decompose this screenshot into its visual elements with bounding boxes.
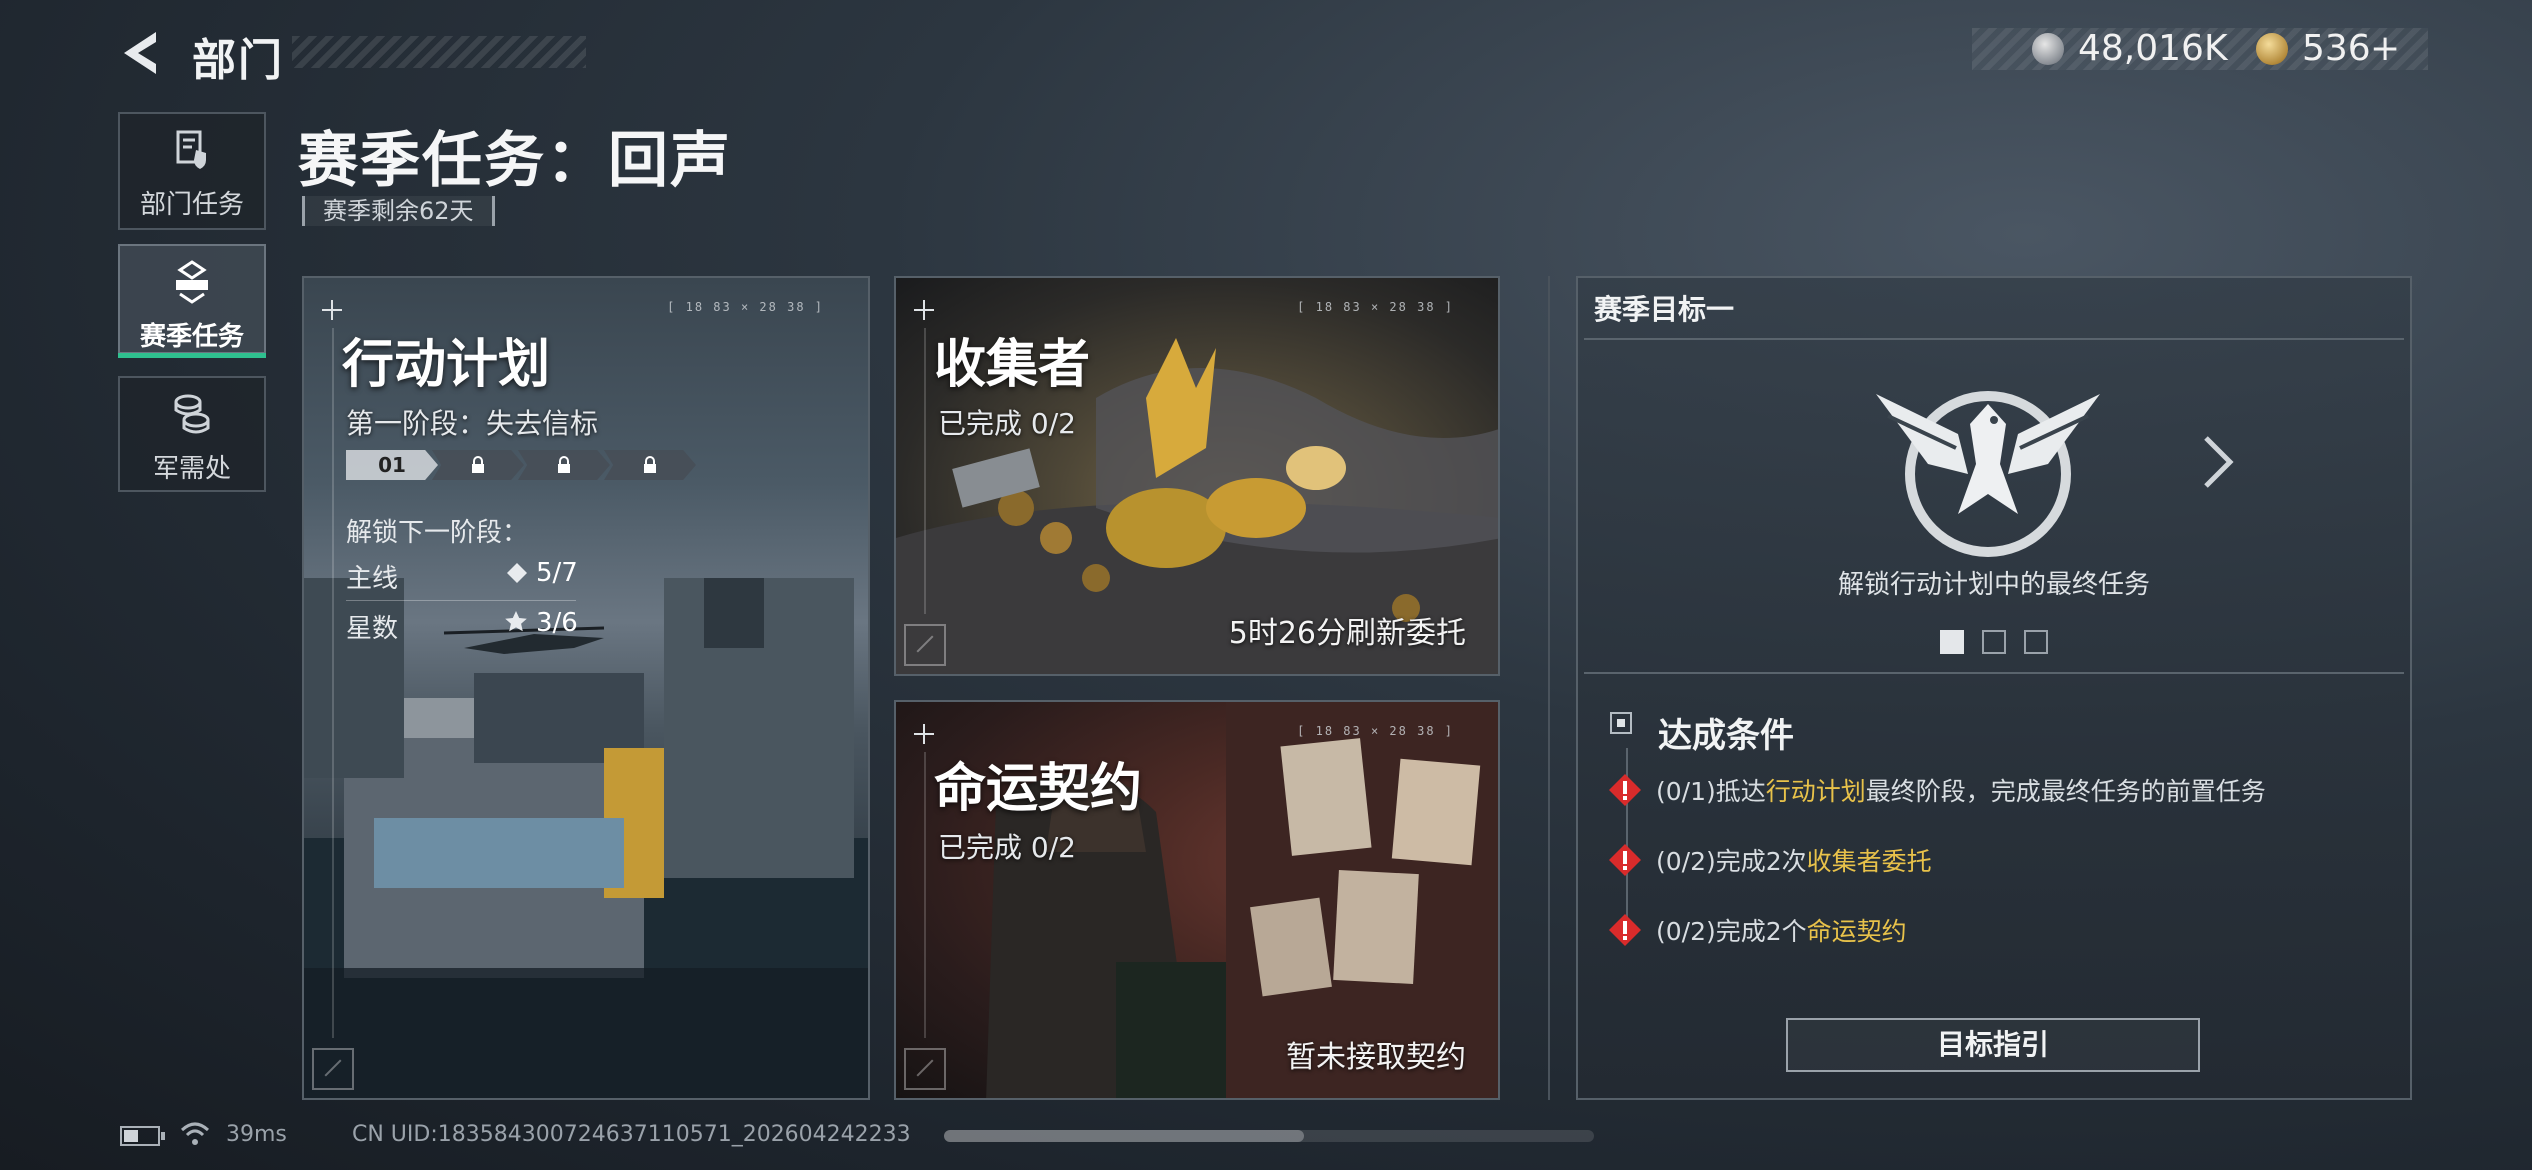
divider xyxy=(1584,672,2404,674)
condition-highlight: 行动计划 xyxy=(1765,777,1866,806)
stage-step-locked xyxy=(604,450,696,480)
condition-item: (0/2)完成2个 命运契约 xyxy=(1608,912,1907,948)
conditions-title: 达成条件 xyxy=(1658,716,1794,756)
goal-pager-dot-3[interactable] xyxy=(2024,630,2048,654)
silver-value: 48,016K xyxy=(2078,28,2228,69)
condition-text: (0/2)完成2次 xyxy=(1656,847,1807,876)
stage-step-locked xyxy=(432,450,524,480)
sidebar-item-label: 部门任务 xyxy=(139,190,244,220)
goal-description: 解锁行动计划中的最终任务 xyxy=(1837,570,2150,600)
goal-pager-dot-1[interactable] xyxy=(1940,630,1964,654)
add-currency-button[interactable]: + xyxy=(2370,28,2400,69)
stars-value: 3/6 xyxy=(536,608,578,638)
card-guide-line xyxy=(924,752,926,1038)
card-coordinates: [ 18 83 × 28 38 ] xyxy=(1297,300,1454,314)
lock-icon xyxy=(644,456,656,473)
header-title: 部门 xyxy=(192,35,284,86)
crosshair-icon xyxy=(914,724,934,744)
lock-icon xyxy=(558,456,570,473)
sidebar-item-label: 赛季任务 xyxy=(139,322,244,352)
fate-progress: 已完成 0/2 xyxy=(938,831,1076,864)
stage-step-current: 01 xyxy=(346,450,438,480)
expand-corner-icon xyxy=(904,624,946,666)
page-title: 赛季任务：回声 xyxy=(298,126,732,196)
gold-value: 536 xyxy=(2302,28,2371,69)
card-guide-line xyxy=(924,328,926,614)
sidebar-item-label: 军需处 xyxy=(152,454,231,484)
season-remaining-badge: 赛季剩余62天 xyxy=(302,196,495,226)
scrollbar-thumb[interactable] xyxy=(944,1130,1304,1142)
uid-text: CN UID:1835843007246371105​71_2026042422… xyxy=(352,1122,911,1147)
silver-coin-icon xyxy=(2032,33,2064,65)
goal-guide-button[interactable]: 目标指引 xyxy=(1786,1018,2200,1072)
crosshair-icon xyxy=(322,300,342,320)
season-goal-panel: 赛季目标一 解锁行动计划中的最终任务 达成条件 (0/1)抵达 行动计划 最终阶段，… xyxy=(1576,276,2412,1100)
battery-cap xyxy=(161,1132,165,1140)
main-quest-value: 5/7 xyxy=(536,558,578,588)
card-coordinates: [ 18 83 × 28 38 ] xyxy=(667,300,824,314)
unlock-next-stage-label: 解锁下一阶段： xyxy=(346,518,529,548)
back-arrow-icon[interactable] xyxy=(118,28,164,78)
divider xyxy=(1584,338,2404,340)
condition-text-suffix: 最终阶段，完成最终任务的前置任务 xyxy=(1865,777,2266,806)
condition-text: (0/2)完成2个 xyxy=(1656,917,1807,946)
condition-item: (0/2)完成2次 收集者委托 xyxy=(1608,842,1932,878)
sidebar-item-season-tasks[interactable]: 赛季任务 xyxy=(118,244,266,358)
battery-icon xyxy=(120,1126,160,1146)
condition-highlight: 收集者委托 xyxy=(1806,847,1932,876)
card-guide-line xyxy=(332,328,334,1038)
card-title: 命运契约 xyxy=(934,759,1143,819)
stage-label: 第一阶段：失去信标 xyxy=(346,407,599,440)
coin-stack-icon xyxy=(174,394,210,434)
fate-contract-status: 暂未接取契约 xyxy=(1286,1040,1466,1075)
operation-plan-card[interactable]: [ 18 83 × 28 38 ] 行动计划 第一阶段：失去信标 01 解锁下一… xyxy=(302,276,870,1100)
document-shield-icon xyxy=(176,130,206,169)
card-coordinates: [ 18 83 × 28 38 ] xyxy=(1297,724,1454,738)
condition-highlight: 命运契约 xyxy=(1806,917,1907,946)
goal-title: 赛季目标一 xyxy=(1594,293,1735,326)
ping-value: 39ms xyxy=(226,1122,287,1147)
gold-coin-icon xyxy=(2256,33,2288,65)
warning-icon xyxy=(1609,844,1641,876)
star-icon xyxy=(505,611,527,632)
collector-card[interactable]: [ 18 83 × 28 38 ] 收集者 已完成 0/2 5时26分刷新委托 xyxy=(894,276,1500,676)
goal-pager-dot-2[interactable] xyxy=(1982,630,2006,654)
currency-bar: 48,016K 536 + xyxy=(1972,28,2428,70)
collector-refresh-timer: 5时26分刷新委托 xyxy=(1228,616,1466,651)
expand-corner-icon xyxy=(312,1048,354,1090)
season-badge-icon xyxy=(176,260,208,304)
stars-label: 星数 xyxy=(346,614,399,644)
condition-item: (0/1)抵达 行动计划 最终阶段，完成最终任务的前置任务 xyxy=(1608,772,2266,808)
collector-progress: 已完成 0/2 xyxy=(938,407,1076,440)
expand-corner-icon xyxy=(904,1048,946,1090)
conditions-marker-icon xyxy=(1610,712,1632,734)
warning-icon xyxy=(1609,914,1641,946)
stage-progress-bar: 01 xyxy=(346,450,696,480)
main-quest-label: 主线 xyxy=(346,564,399,594)
condition-text: (0/1)抵达 xyxy=(1656,777,1766,806)
sidebar-item-quartermaster[interactable]: 军需处 xyxy=(118,376,266,492)
divider xyxy=(346,600,576,601)
fate-contract-card[interactable]: [ 18 83 × 28 38 ] 命运契约 已完成 0/2 暂未接取契约 xyxy=(894,700,1500,1100)
warning-icon xyxy=(1609,774,1641,806)
crosshair-icon xyxy=(914,300,934,320)
eagle-emblem-icon xyxy=(1876,391,2100,557)
wifi-icon xyxy=(180,1122,210,1145)
sidebar-item-department-tasks[interactable]: 部门任务 xyxy=(118,112,266,230)
title-stripe xyxy=(292,36,586,68)
stage-step-locked xyxy=(518,450,610,480)
diamond-icon xyxy=(507,563,527,583)
card-title: 行动计划 xyxy=(342,335,551,395)
next-goal-chevron-icon[interactable] xyxy=(2202,434,2236,490)
lock-icon xyxy=(472,456,484,473)
card-title: 收集者 xyxy=(934,335,1091,395)
section-divider xyxy=(1548,276,1550,1100)
